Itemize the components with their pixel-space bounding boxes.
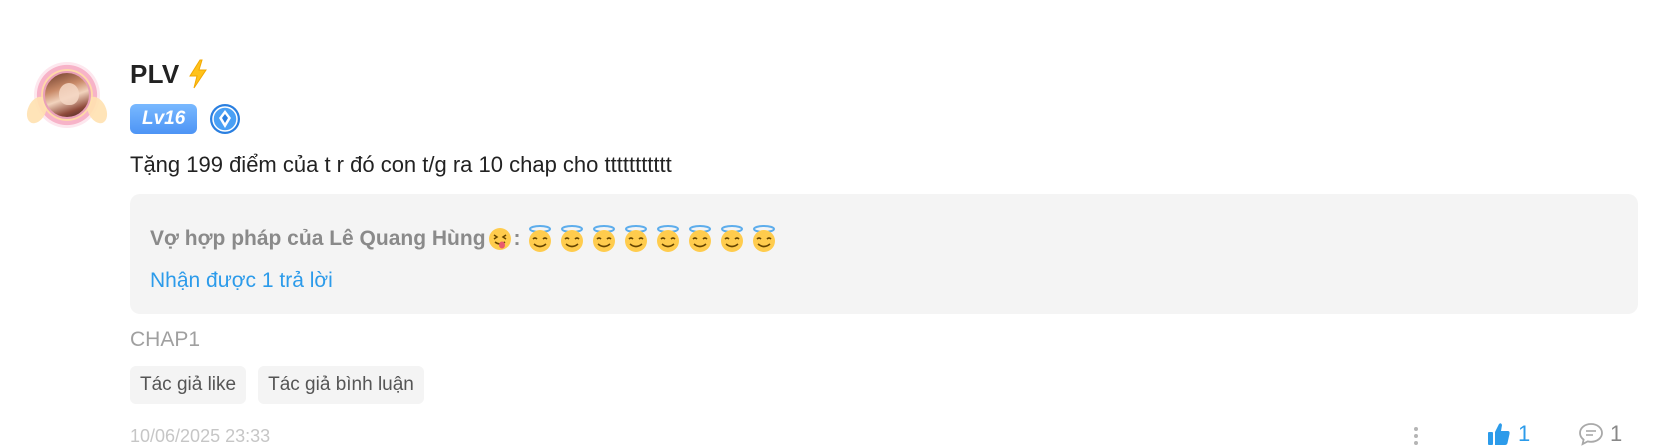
tag-author-like: Tác giả like [130,366,247,404]
chapter-label[interactable]: CHAP1 [130,328,200,352]
squinting-tongue-emoji-icon [488,228,511,250]
username-row: PLV [130,58,210,90]
halo-smile-emoji-icon [688,225,711,252]
comment-card: PLV Lv16 Tặng 199 điểm của t r đó con t/… [0,0,1668,448]
reply-count: 1 [1610,421,1623,446]
like-button[interactable]: 1 [1486,421,1530,447]
lightning-bolt-icon [188,59,207,89]
reply-button[interactable]: 1 [1578,421,1622,447]
rank-badge-icon [210,104,241,134]
more-vertical-icon[interactable] [1408,425,1424,447]
thumbs-up-icon [1488,423,1510,445]
halo-smile-emoji-icon [592,225,615,252]
reply-line: Vợ hợp pháp của Lê Quang Hùng : [150,224,781,254]
reply-content [525,224,781,254]
halo-smile-emoji-icon [656,225,679,252]
tag-author-comment: Tác giả bình luận [258,366,424,404]
comment-text: Tặng 199 điểm của t r đó con t/g ra 10 c… [130,152,672,177]
reply-separator: : [513,227,521,250]
halo-smile-emoji-icon [528,225,551,252]
halo-smile-emoji-icon [624,225,647,252]
level-badge: Lv16 [130,104,198,134]
halo-smile-emoji-icon [720,225,743,252]
like-count: 1 [1518,421,1531,446]
avatar-image [43,71,91,119]
timestamp: 10/06/2025 23:33 [130,426,271,446]
halo-smile-emoji-icon [752,225,775,252]
reply-author[interactable]: Vợ hợp pháp của Lê Quang Hùng [150,227,486,251]
halo-smile-emoji-icon [560,225,583,252]
badges: Lv16 [130,103,241,135]
comment-bubble-icon [1579,423,1603,446]
author-tags: Tác giả like Tác giả bình luận [130,366,436,404]
reply-count-link[interactable]: Nhận được 1 trả lời [150,269,333,293]
reply-preview[interactable]: Vợ hợp pháp của Lê Quang Hùng : Nhận đượ [130,194,1638,314]
username[interactable]: PLV [130,59,180,90]
avatar[interactable] [22,62,112,128]
